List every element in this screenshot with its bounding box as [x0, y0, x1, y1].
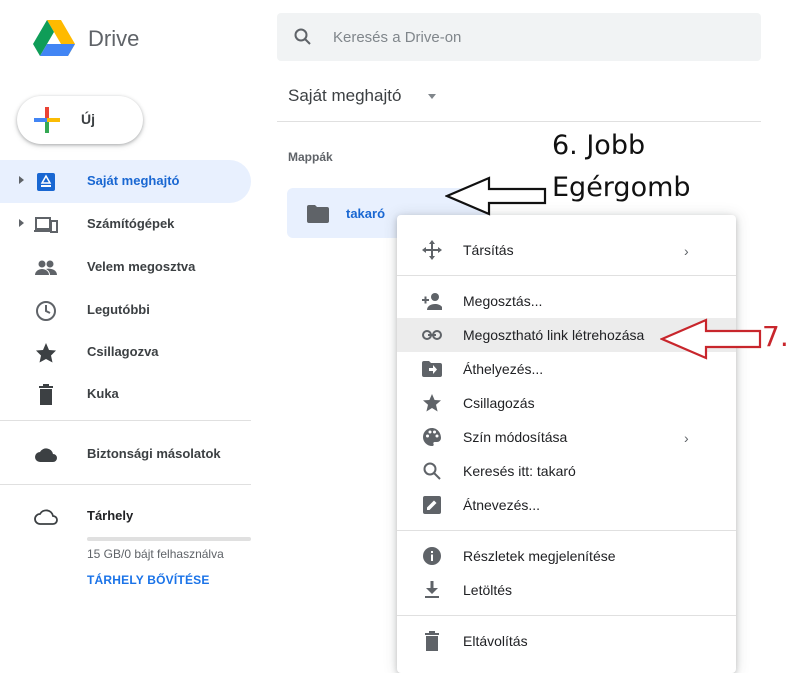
step7-annotation: 7.: [762, 320, 789, 353]
sidebar-item-label: Számítógépek: [87, 216, 175, 231]
menu-item-label: Átnevezés...: [463, 497, 541, 513]
trash-icon: [39, 384, 53, 405]
info-icon: [423, 547, 441, 565]
menu-item-star[interactable]: Csillagozás: [397, 386, 736, 420]
menu-item-label: Társítás: [463, 242, 514, 258]
menu-item-organize[interactable]: Társítás ›: [397, 233, 736, 267]
sidebar-item-my-drive[interactable]: Saját meghajtó: [0, 160, 251, 202]
step6-arrow-icon: [445, 176, 547, 216]
link-icon: [422, 330, 442, 340]
sidebar-item-shared[interactable]: Velem megosztva: [0, 246, 251, 288]
sidebar-item-label: Saját meghajtó: [87, 173, 180, 188]
folder-move-icon: [422, 361, 442, 377]
menu-item-details[interactable]: Részletek megjelenítése: [397, 539, 736, 573]
menu-divider: [397, 275, 736, 276]
menu-item-label: Részletek megjelenítése: [463, 548, 616, 564]
menu-item-label: Keresés itt: takaró: [463, 463, 576, 479]
search-input[interactable]: Keresés a Drive-on: [333, 29, 461, 46]
star-icon: [423, 394, 441, 412]
step6-annotation-line1: 6. Jobb: [552, 130, 646, 161]
menu-item-label: Megosztás...: [463, 293, 543, 309]
sidebar-item-recent[interactable]: Legutóbbi: [0, 289, 251, 331]
clock-icon: [36, 301, 56, 321]
menu-item-change-color[interactable]: Szín módosítása ›: [397, 420, 736, 454]
palette-icon: [423, 428, 441, 446]
menu-item-label: Letöltés: [463, 582, 513, 598]
sidebar-item-computers[interactable]: Számítógépek: [0, 203, 251, 245]
chevron-down-icon[interactable]: [428, 94, 436, 99]
sidebar-item-label: Legutóbbi: [87, 302, 150, 317]
menu-divider: [397, 615, 736, 616]
sidebar-item-starred[interactable]: Csillagozva: [0, 331, 251, 373]
drive-icon: [37, 173, 55, 191]
step7-arrow-icon: [660, 318, 762, 360]
move-arrows-icon: [422, 240, 442, 260]
download-icon: [425, 581, 439, 598]
cloud-outline-icon: [34, 509, 58, 525]
menu-item-label: Megosztható link létrehozása: [463, 327, 645, 343]
chevron-right-icon: ›: [684, 430, 689, 446]
section-label: Mappák: [288, 150, 333, 164]
menu-item-label: Csillagozás: [463, 395, 535, 411]
folder-icon: [307, 205, 329, 223]
menu-item-label: Szín módosítása: [463, 429, 568, 445]
search-icon[interactable]: [293, 27, 313, 47]
step6-annotation-line2: Egérgomb: [552, 172, 691, 203]
menu-item-remove[interactable]: Eltávolítás: [397, 624, 736, 658]
sidebar-item-label: Tárhely: [87, 508, 134, 523]
cloud-icon: [35, 448, 57, 462]
menu-item-share[interactable]: Megosztás...: [397, 284, 736, 318]
menu-item-label: Áthelyezés...: [463, 361, 544, 377]
search-icon: [423, 462, 441, 480]
sidebar-item-trash[interactable]: Kuka: [0, 373, 251, 415]
chevron-right-icon: ›: [684, 243, 689, 259]
edit-icon: [423, 496, 441, 514]
menu-item-search-within[interactable]: Keresés itt: takaró: [397, 454, 736, 488]
menu-item-rename[interactable]: Átnevezés...: [397, 488, 736, 522]
expand-arrow-icon[interactable]: [19, 219, 24, 227]
folder-name: takaró: [346, 206, 386, 221]
upgrade-storage-link[interactable]: TÁRHELY BŐVÍTÉSE: [87, 573, 210, 587]
sidebar-item-label: Biztonsági másolatok: [87, 446, 221, 461]
menu-item-download[interactable]: Letöltés: [397, 573, 736, 607]
add-person-icon: [422, 293, 442, 310]
menu-divider: [397, 530, 736, 531]
sidebar-divider: [0, 420, 251, 421]
app-name: Drive: [88, 26, 140, 51]
drive-logo-icon: [33, 20, 75, 56]
storage-progress-bar: [87, 537, 251, 541]
page-title[interactable]: Saját meghajtó: [288, 86, 401, 106]
expand-arrow-icon[interactable]: [19, 176, 24, 184]
trash-icon: [425, 631, 439, 651]
sidebar-item-storage[interactable]: Tárhely: [0, 495, 251, 537]
computer-icon: [34, 217, 58, 233]
sidebar-item-label: Velem megosztva: [87, 259, 196, 274]
sidebar-item-backups[interactable]: Biztonsági másolatok: [0, 433, 251, 475]
plus-icon: [34, 107, 60, 133]
menu-item-label: Eltávolítás: [463, 633, 528, 649]
sidebar-item-label: Csillagozva: [87, 344, 159, 359]
sidebar-item-label: Kuka: [87, 386, 119, 401]
storage-used-text: 15 GB/0 bájt felhasználva: [87, 547, 224, 561]
new-button-label: Új: [81, 111, 95, 127]
star-icon: [36, 343, 56, 363]
people-icon: [35, 260, 57, 275]
header-divider: [277, 121, 761, 122]
sidebar-divider: [0, 484, 251, 485]
